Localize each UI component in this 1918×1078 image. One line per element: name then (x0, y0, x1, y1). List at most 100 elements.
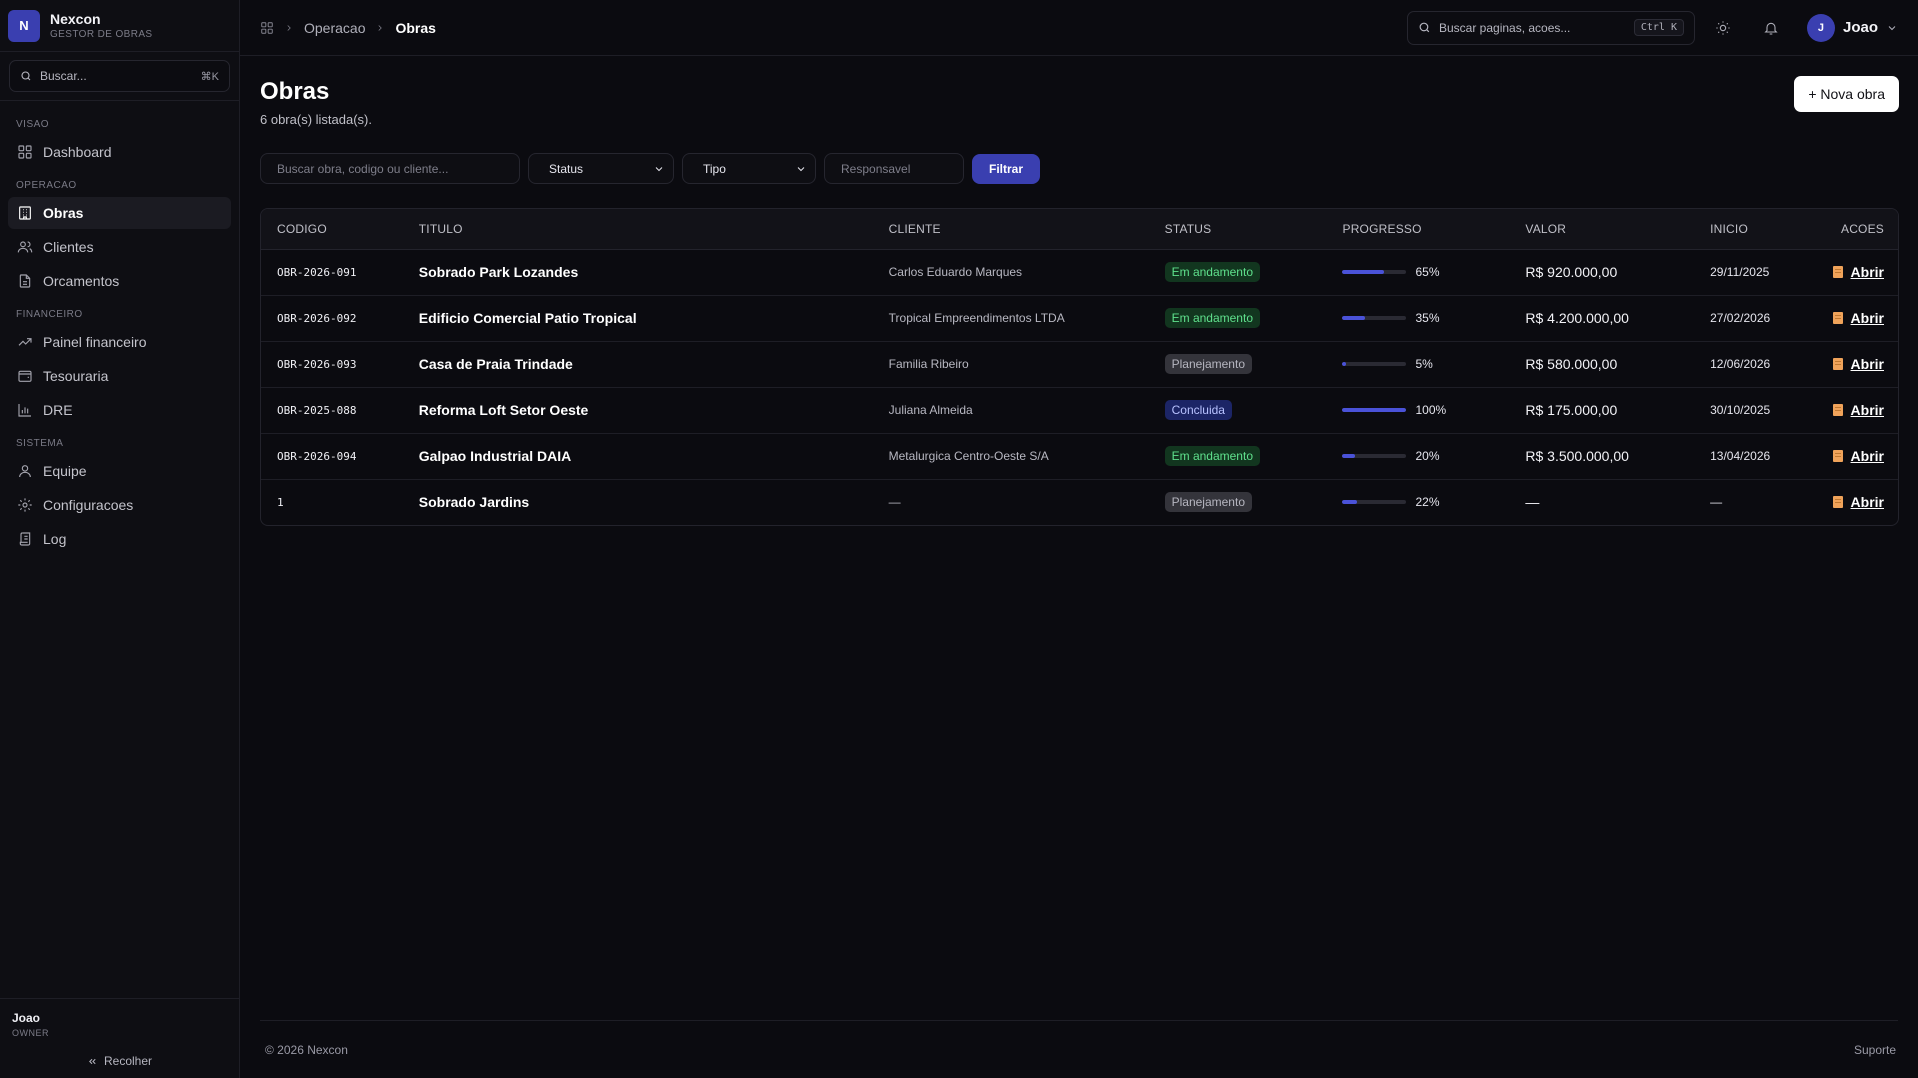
grid-icon[interactable] (260, 21, 274, 35)
obra-value: — (1525, 494, 1540, 511)
obra-code: OBR-2026-092 (277, 312, 357, 325)
table-row[interactable]: OBR-2026-091 Sobrado Park Lozandes Carlos … (261, 249, 1898, 296)
cell-value: R$ 4.200.000,00 (1525, 295, 1711, 342)
open-link[interactable]: Abrir (1851, 494, 1884, 510)
search-icon (21, 71, 31, 81)
table-row[interactable]: OBR-2025-088 Reforma Loft Setor Oeste Juli… (261, 387, 1898, 434)
progress-bar-fill (1342, 408, 1407, 412)
open-link[interactable]: Abrir (1851, 310, 1884, 326)
open-action[interactable]: Abrir (1832, 402, 1884, 418)
tipo-select[interactable]: Tipo (682, 153, 816, 184)
cell-status: Em andamento (1164, 295, 1343, 342)
cell-title: Sobrado Jardins (419, 479, 889, 525)
obras-table: CODIGO TITULO CLIENTE STATUS PROGRESSO V… (260, 208, 1899, 526)
cell-title: Galpao Industrial DAIA (418, 433, 889, 480)
cell-code: OBR-2026-093 (261, 341, 419, 388)
obra-value: R$ 175.000,00 (1525, 402, 1618, 418)
sidebar-item-clientes[interactable]: Clientes (8, 231, 231, 263)
status-badge: Em andamento (1164, 262, 1260, 282)
cell-actions: Abrir (1832, 249, 1898, 296)
responsavel-input[interactable]: Responsavel (824, 153, 964, 184)
open-link[interactable]: Abrir (1851, 356, 1884, 372)
collapse-button[interactable]: Recolher (12, 1054, 227, 1068)
cell-client: — (889, 479, 1165, 525)
sidebar-nav: VISAO Dashboard OPERACAO Obras Clientes … (0, 101, 239, 998)
sidebar-item-label: Clientes (43, 239, 94, 255)
cell-client: Familia Ribeiro (888, 341, 1165, 388)
cell-actions: Abrir (1832, 479, 1898, 525)
cell-code: OBR-2026-094 (261, 433, 419, 480)
cell-progress: 35% (1342, 295, 1526, 342)
brand[interactable]: N Nexcon GESTOR DE OBRAS (0, 0, 239, 52)
open-action[interactable]: Abrir (1832, 310, 1884, 326)
sun-icon (1716, 20, 1730, 35)
obra-client: Metalurgica Centro-Oeste S/A (888, 449, 1049, 463)
wallet-icon (18, 370, 32, 382)
status-select[interactable]: Status (528, 153, 674, 184)
open-link[interactable]: Abrir (1851, 264, 1884, 280)
progress-bar-fill (1342, 270, 1385, 274)
table-row[interactable]: OBR-2026-094 Galpao Industrial DAIA Metalu… (261, 433, 1898, 480)
table-row[interactable]: OBR-2026-092 Edificio Comercial Patio Tro… (261, 295, 1898, 342)
cell-start: 30/10/2025 (1710, 387, 1833, 434)
open-action[interactable]: Abrir (1832, 264, 1884, 280)
col-header-valor: VALOR (1525, 209, 1711, 250)
obra-value: R$ 4.200.000,00 (1525, 310, 1629, 326)
cell-progress: 22% (1342, 479, 1525, 525)
cell-client: Carlos Eduardo Marques (888, 249, 1165, 296)
sidebar-item-painel-financeiro[interactable]: Painel financeiro (8, 326, 231, 358)
sidebar-search[interactable]: Buscar... ⌘K (9, 60, 230, 92)
cell-client: Tropical Empreendimentos LTDA (888, 295, 1165, 342)
table-row[interactable]: OBR-2026-093 Casa de Praia Trindade Famili… (261, 341, 1898, 388)
sidebar-search-shortcut: ⌘K (200, 70, 219, 83)
col-header-cliente: CLIENTE (888, 209, 1165, 250)
table-row[interactable]: 1 Sobrado Jardins — Planejamento 22% — — Abrir (261, 479, 1898, 525)
filter-button[interactable]: Filtrar (972, 153, 1041, 184)
obra-title: Casa de Praia Trindade (418, 356, 573, 372)
cell-code: OBR-2025-088 (261, 387, 419, 434)
obra-start-date: 29/11/2025 (1710, 265, 1770, 279)
open-link[interactable]: Abrir (1851, 448, 1884, 464)
open-action[interactable]: Abrir (1832, 448, 1884, 464)
obra-client: Carlos Eduardo Marques (888, 265, 1023, 279)
sidebar-item-dashboard[interactable]: Dashboard (8, 136, 231, 168)
global-search[interactable]: Buscar paginas, acoes... Ctrl K (1406, 10, 1695, 45)
chevron-right-icon (378, 24, 383, 31)
support-link[interactable]: Suporte (1854, 1043, 1896, 1057)
obra-value: R$ 580.000,00 (1525, 356, 1618, 372)
obra-title: Galpao Industrial DAIA (418, 448, 572, 464)
breadcrumb-operacao[interactable]: Operacao (304, 20, 365, 36)
search-obra-input[interactable]: Buscar obra, codigo ou cliente... (260, 153, 520, 184)
sidebar-item-equipe[interactable]: Equipe (8, 455, 231, 487)
sidebar-item-orcamentos[interactable]: Orcamentos (8, 265, 231, 297)
bar-chart-icon (18, 404, 31, 417)
open-link[interactable]: Abrir (1851, 402, 1884, 418)
progress-bar (1342, 362, 1407, 366)
cell-value: R$ 3.500.000,00 (1525, 433, 1711, 480)
sidebar-item-configuracoes[interactable]: Configuracoes (8, 489, 231, 521)
open-action[interactable]: Abrir (1832, 356, 1884, 372)
sidebar-item-label: Dashboard (43, 144, 112, 160)
progress-bar (1342, 408, 1407, 412)
user-menu[interactable]: J Joao (1806, 13, 1898, 42)
sidebar-item-obras[interactable]: Obras (8, 197, 231, 229)
obra-start-date: — (1710, 495, 1723, 510)
sidebar-item-tesouraria[interactable]: Tesouraria (8, 360, 231, 392)
new-obra-button[interactable]: + Nova obra (1794, 76, 1899, 112)
col-header-status: STATUS (1164, 209, 1343, 250)
open-action[interactable]: Abrir (1832, 494, 1884, 510)
sidebar-item-log[interactable]: Log (8, 523, 231, 555)
sidebar-item-label: Configuracoes (43, 497, 134, 513)
sidebar-item-label: Equipe (43, 463, 87, 479)
cell-value: — (1525, 479, 1710, 525)
notifications-button[interactable] (1751, 11, 1791, 45)
progress-bar (1342, 316, 1407, 320)
cell-progress: 5% (1342, 341, 1526, 388)
sidebar-item-dre[interactable]: DRE (8, 394, 231, 426)
log-icon (19, 532, 31, 546)
theme-toggle-button[interactable] (1703, 11, 1743, 45)
tipo-select-label: Tipo (703, 161, 726, 176)
sidebar-footer: Joao OWNER Recolher (0, 998, 239, 1078)
nav-group-sistema: SISTEMA (16, 438, 64, 449)
building-icon (19, 206, 31, 220)
